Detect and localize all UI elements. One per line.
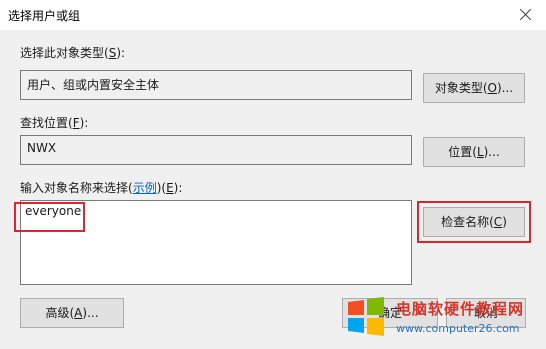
location-field: NWX <box>20 135 412 165</box>
title-bar: 选择用户或组 <box>0 0 546 30</box>
advanced-button[interactable]: 高级(A)... <box>20 298 124 328</box>
locations-button[interactable]: 位置(L)... <box>423 137 525 167</box>
object-names-input[interactable]: everyone <box>20 200 412 285</box>
object-names-value: everyone <box>25 204 82 218</box>
close-icon[interactable] <box>516 5 536 25</box>
check-names-button[interactable]: 检查名称(C) <box>423 207 525 237</box>
windows-logo-icon <box>348 297 384 336</box>
object-types-button[interactable]: 对象类型(O)... <box>423 73 525 103</box>
watermark: 电脑软硬件教程网 www.computer26.com <box>346 296 542 344</box>
examples-link[interactable]: 示例 <box>133 181 157 195</box>
location-label: 查找位置(F): <box>20 116 89 130</box>
object-type-label: 选择此对象类型(S): <box>20 46 126 60</box>
names-label: 输入对象名称来选择(示例)(E): <box>20 181 183 195</box>
watermark-title: 电脑软硬件教程网 <box>396 300 525 318</box>
watermark-url: www.computer26.com <box>396 322 520 335</box>
object-type-field: 用户、组或内置安全主体 <box>20 70 412 100</box>
dialog-title: 选择用户或组 <box>8 9 81 23</box>
